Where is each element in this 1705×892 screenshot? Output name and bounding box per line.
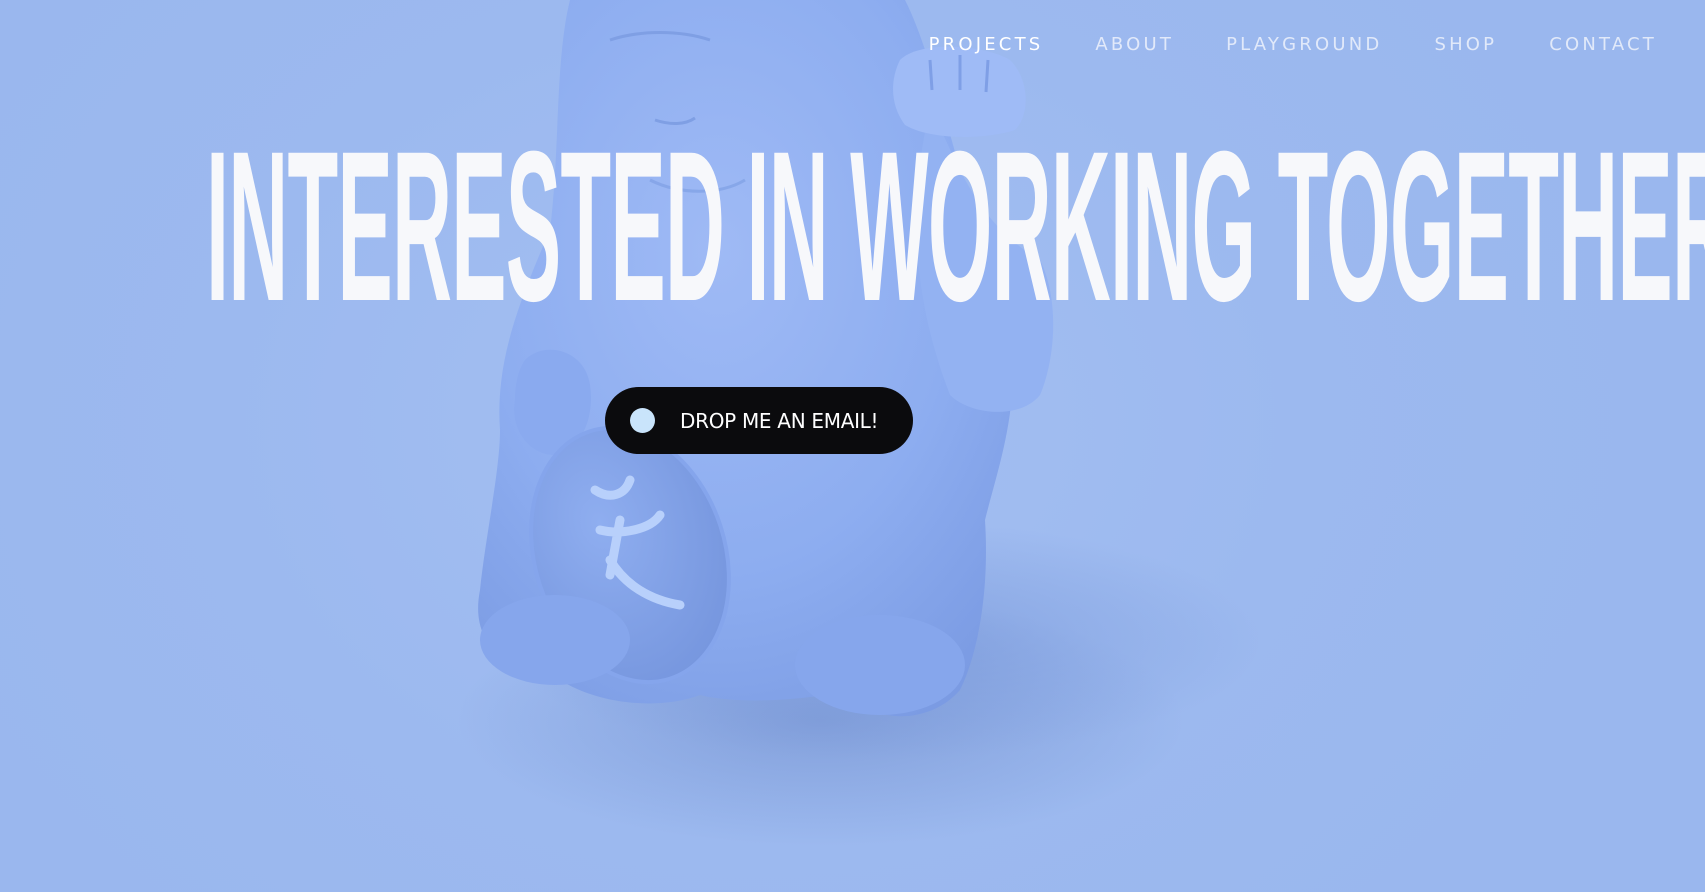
main-nav: PROJECTS ABOUT PLAYGROUND SHOP CONTACT <box>877 34 1657 55</box>
nav-link-playground[interactable]: PLAYGROUND <box>1226 34 1382 55</box>
nav-link-shop[interactable]: SHOP <box>1434 34 1497 55</box>
drop-email-button-label: DROP ME AN EMAIL! <box>680 408 879 433</box>
drop-email-button[interactable]: DROP ME AN EMAIL! <box>605 387 913 454</box>
nav-link-contact[interactable]: CONTACT <box>1549 34 1657 55</box>
nav-link-projects[interactable]: PROJECTS <box>929 34 1044 55</box>
circle-dot-icon <box>630 408 655 433</box>
hero-headline: INTERESTED IN WORKING TOGETHER? <box>206 107 1705 346</box>
nav-link-about[interactable]: ABOUT <box>1095 34 1174 55</box>
